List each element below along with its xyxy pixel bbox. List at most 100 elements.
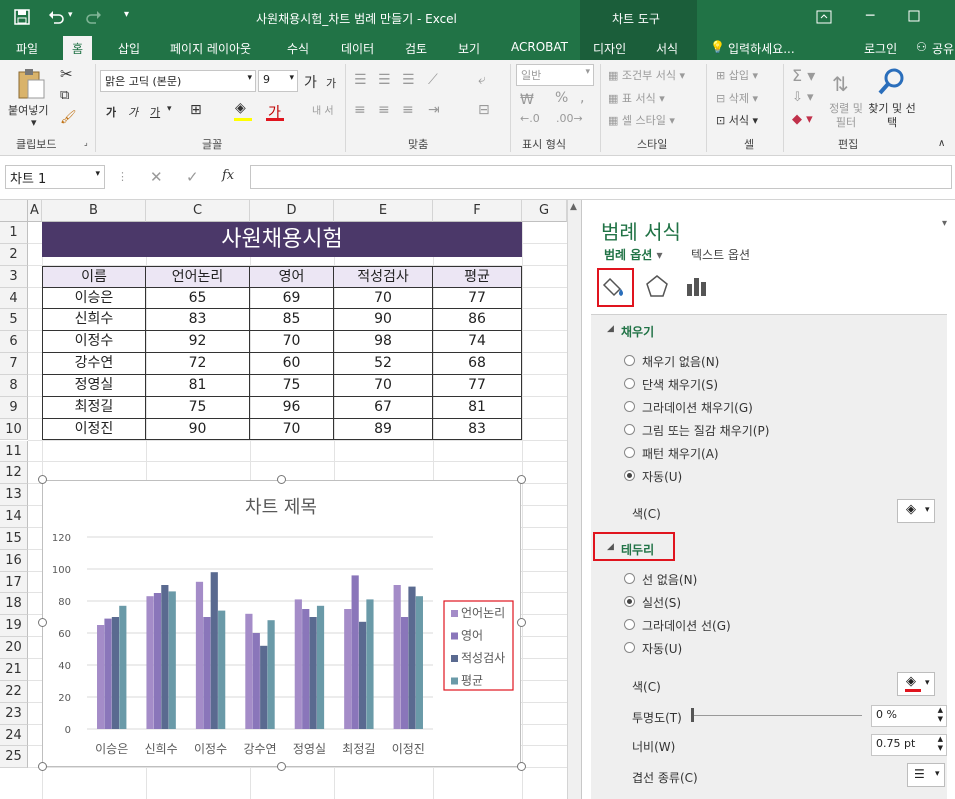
row-header[interactable]: 15 — [0, 527, 28, 550]
ribbon-display-icon[interactable] — [816, 10, 832, 24]
resize-handle[interactable] — [38, 762, 47, 771]
table-cell[interactable]: 74 — [433, 331, 522, 354]
table-cell[interactable]: 96 — [250, 396, 334, 419]
font-name-combo[interactable]: 맑은 고딕 (본문) ▾ — [100, 70, 256, 92]
row-header[interactable]: 6 — [0, 331, 28, 354]
row-header[interactable]: 13 — [0, 484, 28, 507]
row-header[interactable]: 21 — [0, 659, 28, 681]
compound-type-button[interactable]: ☰ ▾ — [907, 763, 945, 787]
transparency-slider[interactable] — [692, 715, 862, 716]
sheet-title-cell[interactable]: 사원채용시험 — [42, 222, 522, 257]
border-radio[interactable] — [624, 619, 635, 630]
column-header[interactable]: E — [334, 200, 433, 222]
enter-icon[interactable]: ✓ — [186, 168, 199, 186]
resize-handle[interactable] — [517, 618, 526, 627]
table-cell[interactable]: 92 — [146, 331, 250, 354]
column-header[interactable]: D — [250, 200, 334, 222]
column-header[interactable]: G — [522, 200, 567, 222]
row-header[interactable]: 18 — [0, 593, 28, 616]
row-header[interactable]: 22 — [0, 680, 28, 703]
bar[interactable] — [415, 596, 423, 729]
table-cell[interactable]: 70 — [250, 331, 334, 354]
table-cell[interactable]: 67 — [334, 396, 433, 419]
fill-option-label[interactable]: 단색 채우기(S) — [642, 376, 718, 393]
sort-filter-icon[interactable]: ⇅ — [832, 72, 849, 96]
grow-font-icon[interactable]: 가 — [304, 72, 317, 92]
table-cell[interactable]: 이승은 — [42, 287, 146, 310]
number-format-combo[interactable]: 일반 ▾ — [516, 64, 594, 86]
undo-icon[interactable] — [48, 9, 64, 25]
bar[interactable] — [408, 586, 416, 729]
table-cell[interactable]: 75 — [250, 374, 334, 397]
fill-radio[interactable] — [624, 447, 635, 458]
table-cell[interactable]: 70 — [334, 287, 433, 310]
clear-icon[interactable]: ◆ ▾ — [792, 112, 813, 127]
fill-color-button[interactable]: ◈ ▾ — [897, 499, 935, 523]
resize-handle[interactable] — [277, 475, 286, 484]
fill-option-label[interactable]: 패턴 채우기(A) — [642, 445, 719, 462]
table-cell[interactable]: 강수연 — [42, 353, 146, 375]
table-cell[interactable]: 75 — [146, 396, 250, 419]
currency-icon[interactable]: ₩ — [520, 92, 534, 108]
border-option-label[interactable]: 그라데이션 선(G) — [642, 617, 731, 634]
spinner-icon[interactable]: ▲ ▼ — [938, 735, 943, 753]
vertical-scrollbar[interactable]: ▲ — [567, 200, 581, 799]
font-size-combo[interactable]: 9 ▾ — [258, 70, 298, 92]
fill-option-label[interactable]: 자동(U) — [642, 468, 682, 485]
transparency-input[interactable]: 0 % ▲ ▼ — [871, 705, 947, 727]
increase-decimal-icon[interactable]: ←.0 — [520, 112, 540, 125]
chart-area[interactable]: 차트 제목 0 20 40 60 80 100 120 이승은 신희수 이정수 강수연 정영실 최정길 이정… — [42, 480, 521, 767]
tab-formulas[interactable]: 수식 — [287, 40, 309, 57]
row-header[interactable]: 4 — [0, 287, 28, 310]
table-header-cell[interactable]: 평균 — [433, 265, 522, 288]
row-header[interactable]: 3 — [0, 265, 28, 288]
row-header[interactable]: 2 — [0, 243, 28, 266]
row-header[interactable]: 8 — [0, 374, 28, 397]
merge-center-icon[interactable]: ⊟ — [478, 102, 490, 118]
shrink-font-icon[interactable]: 가 — [326, 75, 336, 91]
decrease-decimal-icon[interactable]: .00→ — [556, 112, 583, 125]
clipboard-launcher-icon[interactable]: ⌟ — [84, 138, 88, 147]
bar[interactable] — [267, 620, 275, 729]
bar[interactable] — [97, 625, 105, 729]
table-cell[interactable]: 이정수 — [42, 331, 146, 354]
right-align-icon[interactable]: ≡ — [402, 102, 414, 118]
format-painter-icon[interactable]: 🖌 — [60, 110, 77, 125]
row-header[interactable]: 10 — [0, 418, 28, 441]
text-options-tab[interactable]: 텍스트 옵션 — [691, 246, 750, 263]
bar[interactable] — [195, 581, 204, 729]
sort-filter-button[interactable]: 정렬 및 필터 — [826, 102, 866, 130]
fill-radio[interactable] — [624, 470, 635, 481]
italic-icon[interactable]: 가 — [128, 104, 138, 120]
spinner-icon[interactable]: ▲ ▼ — [938, 706, 943, 724]
fill-color-icon[interactable]: ◈ — [235, 100, 246, 116]
insert-cells-button[interactable]: ⊞ 삽입 ▾ — [716, 67, 758, 83]
maximize-icon[interactable] — [908, 10, 920, 22]
border-section-header[interactable]: 테두리 — [621, 541, 654, 558]
table-cell[interactable]: 정영실 — [42, 374, 146, 397]
find-select-button[interactable]: 찾기 및 선택 — [868, 102, 916, 130]
bar[interactable] — [218, 610, 226, 729]
bar[interactable] — [393, 585, 401, 729]
orientation-icon[interactable]: ⟋ — [428, 72, 438, 88]
scroll-up-icon[interactable]: ▲ — [570, 202, 577, 212]
width-input[interactable]: 0.75 pt ▲ ▼ — [871, 734, 947, 756]
bar[interactable] — [252, 633, 260, 729]
row-header[interactable]: 16 — [0, 549, 28, 572]
table-cell[interactable]: 77 — [433, 287, 522, 310]
resize-handle[interactable] — [277, 762, 286, 771]
tab-page-layout[interactable]: 페이지 레이아웃 — [170, 40, 251, 57]
table-cell[interactable]: 70 — [334, 374, 433, 397]
bar[interactable] — [153, 593, 162, 729]
save-icon[interactable] — [14, 9, 30, 25]
percent-icon[interactable]: % — [555, 90, 568, 106]
table-cell[interactable]: 98 — [334, 331, 433, 354]
bar[interactable] — [104, 618, 112, 729]
bar[interactable] — [111, 617, 120, 729]
bold-icon[interactable]: 가 — [106, 104, 116, 120]
phonetic-icon[interactable]: 내 서 — [312, 102, 334, 117]
resize-handle[interactable] — [517, 475, 526, 484]
bar[interactable] — [161, 585, 169, 729]
bar[interactable] — [245, 613, 253, 729]
autosum-icon[interactable]: Σ ▾ — [792, 66, 815, 85]
